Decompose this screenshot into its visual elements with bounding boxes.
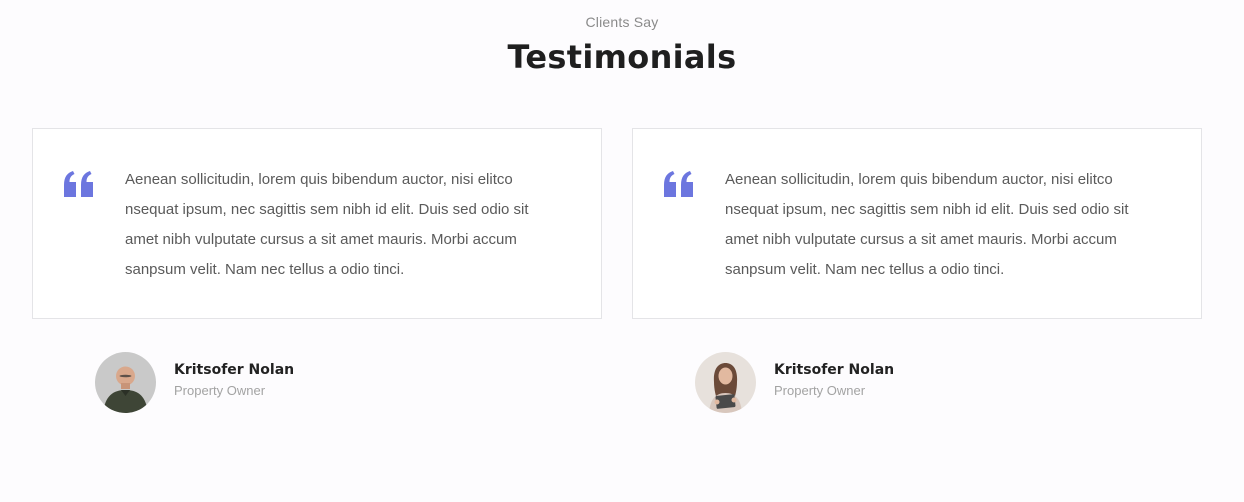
woman-portrait-icon [695,351,756,413]
testimonial-quote: Aenean sollicitudin, lorem quis bibendum… [125,171,529,278]
quote-icon [664,171,693,197]
testimonial-author: Kritsofer Nolan Property Owner [695,351,894,413]
author-role: Property Owner [174,383,266,398]
testimonials-section: Clients Say Testimonials Aenean sollicit… [0,0,1244,502]
testimonial-author: Kritsofer Nolan Property Owner [95,351,294,413]
testimonial-card: Aenean sollicitudin, lorem quis bibendum… [632,128,1202,319]
man-portrait-icon [95,351,156,413]
author-name: Kritsofer Nolan [774,362,895,378]
testimonial-card: Aenean sollicitudin, lorem quis bibendum… [32,128,602,319]
section-title: Testimonials [507,38,737,76]
quote-icon [64,171,93,197]
author-name: Kritsofer Nolan [174,362,295,378]
author-role: Property Owner [774,383,866,398]
testimonial-quote: Aenean sollicitudin, lorem quis bibendum… [725,171,1129,278]
section-eyebrow: Clients Say [585,14,659,30]
